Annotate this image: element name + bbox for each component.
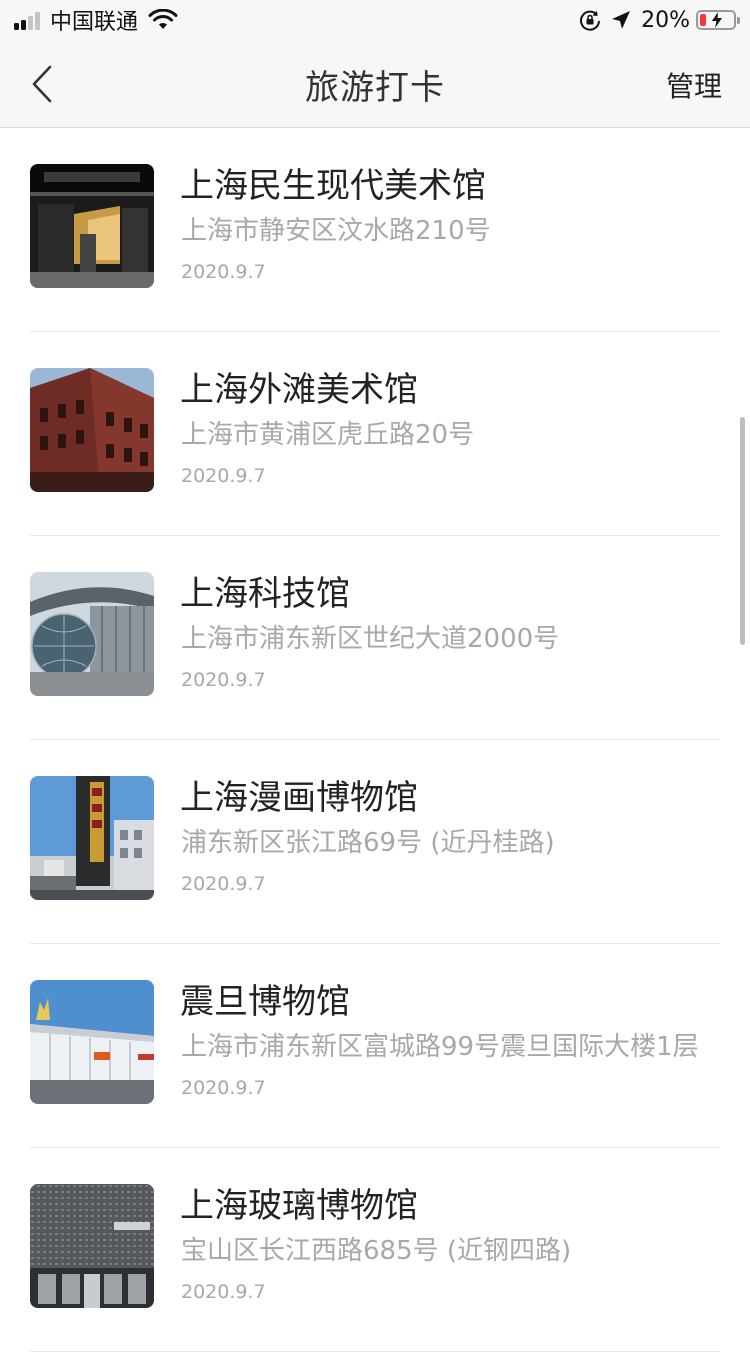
- signal-icon: [14, 10, 42, 30]
- rotation-lock-icon: [580, 10, 601, 31]
- place-address: 上海市浦东新区富城路99号震旦国际大楼1层: [181, 1032, 699, 1062]
- battery-level-fill: [700, 14, 706, 26]
- place-name: 上海外滩美术馆: [180, 370, 418, 410]
- place-name: 震旦博物馆: [180, 982, 350, 1022]
- scroll-indicator[interactable]: [740, 417, 745, 645]
- list-item[interactable]: 上海漫画博物馆 浦东新区张江路69号 (近丹桂路) 2020.9.7: [0, 740, 750, 944]
- status-bar-left: 中国联通: [14, 6, 178, 35]
- place-thumbnail: [30, 164, 154, 288]
- place-date: 2020.9.7: [181, 873, 266, 895]
- place-thumbnail: [30, 980, 154, 1104]
- list-item[interactable]: 震旦博物馆 上海市浦东新区富城路99号震旦国际大楼1层 2020.9.7: [0, 944, 750, 1148]
- place-address: 宝山区长江西路685号 (近钢四路): [181, 1236, 572, 1266]
- battery-charging-icon: [696, 10, 740, 30]
- carrier-name: 中国联通: [50, 10, 139, 35]
- place-name: 上海科技馆: [180, 574, 350, 614]
- list-item[interactable]: 上海玻璃博物馆 宝山区长江西路685号 (近钢四路) 2020.9.7: [0, 1148, 750, 1352]
- charging-bolt-icon: [712, 12, 722, 28]
- location-arrow-icon: [612, 11, 631, 29]
- page-title: 旅游打卡: [305, 68, 445, 108]
- place-address: 上海市黄浦区虎丘路20号: [181, 420, 475, 450]
- place-date: 2020.9.7: [181, 465, 266, 487]
- status-bar: 中国联通 20%: [0, 0, 750, 40]
- place-date: 2020.9.7: [181, 261, 266, 283]
- list-item[interactable]: 上海外滩美术馆 上海市黄浦区虎丘路20号 2020.9.7: [0, 332, 750, 536]
- place-date: 2020.9.7: [181, 1077, 266, 1099]
- place-name: 上海民生现代美术馆: [180, 166, 486, 206]
- place-name: 上海玻璃博物馆: [180, 1186, 418, 1226]
- place-thumbnail: [30, 572, 154, 696]
- place-date: 2020.9.7: [181, 669, 266, 691]
- navigation-bar: 旅游打卡 管理: [0, 40, 750, 128]
- place-address: 浦东新区张江路69号 (近丹桂路): [181, 828, 555, 858]
- place-thumbnail: [30, 776, 154, 900]
- place-address: 上海市静安区汶水路210号: [181, 216, 491, 246]
- place-name: 上海漫画博物馆: [180, 778, 418, 818]
- place-thumbnail: [30, 368, 154, 492]
- checkin-list: 上海民生现代美术馆 上海市静安区汶水路210号 2020.9.7 上海外滩美术馆…: [0, 128, 750, 1352]
- place-date: 2020.9.7: [181, 1281, 266, 1303]
- place-thumbnail: [30, 1184, 154, 1308]
- manage-button[interactable]: 管理: [666, 65, 722, 105]
- list-item[interactable]: 上海科技馆 上海市浦东新区世纪大道2000号 2020.9.7: [0, 536, 750, 740]
- place-address: 上海市浦东新区世纪大道2000号: [181, 624, 560, 654]
- battery-percent: 20%: [641, 7, 690, 33]
- status-bar-right: 20%: [579, 6, 740, 34]
- list-item[interactable]: 上海民生现代美术馆 上海市静安区汶水路210号 2020.9.7: [0, 128, 750, 332]
- wifi-icon: [148, 9, 178, 29]
